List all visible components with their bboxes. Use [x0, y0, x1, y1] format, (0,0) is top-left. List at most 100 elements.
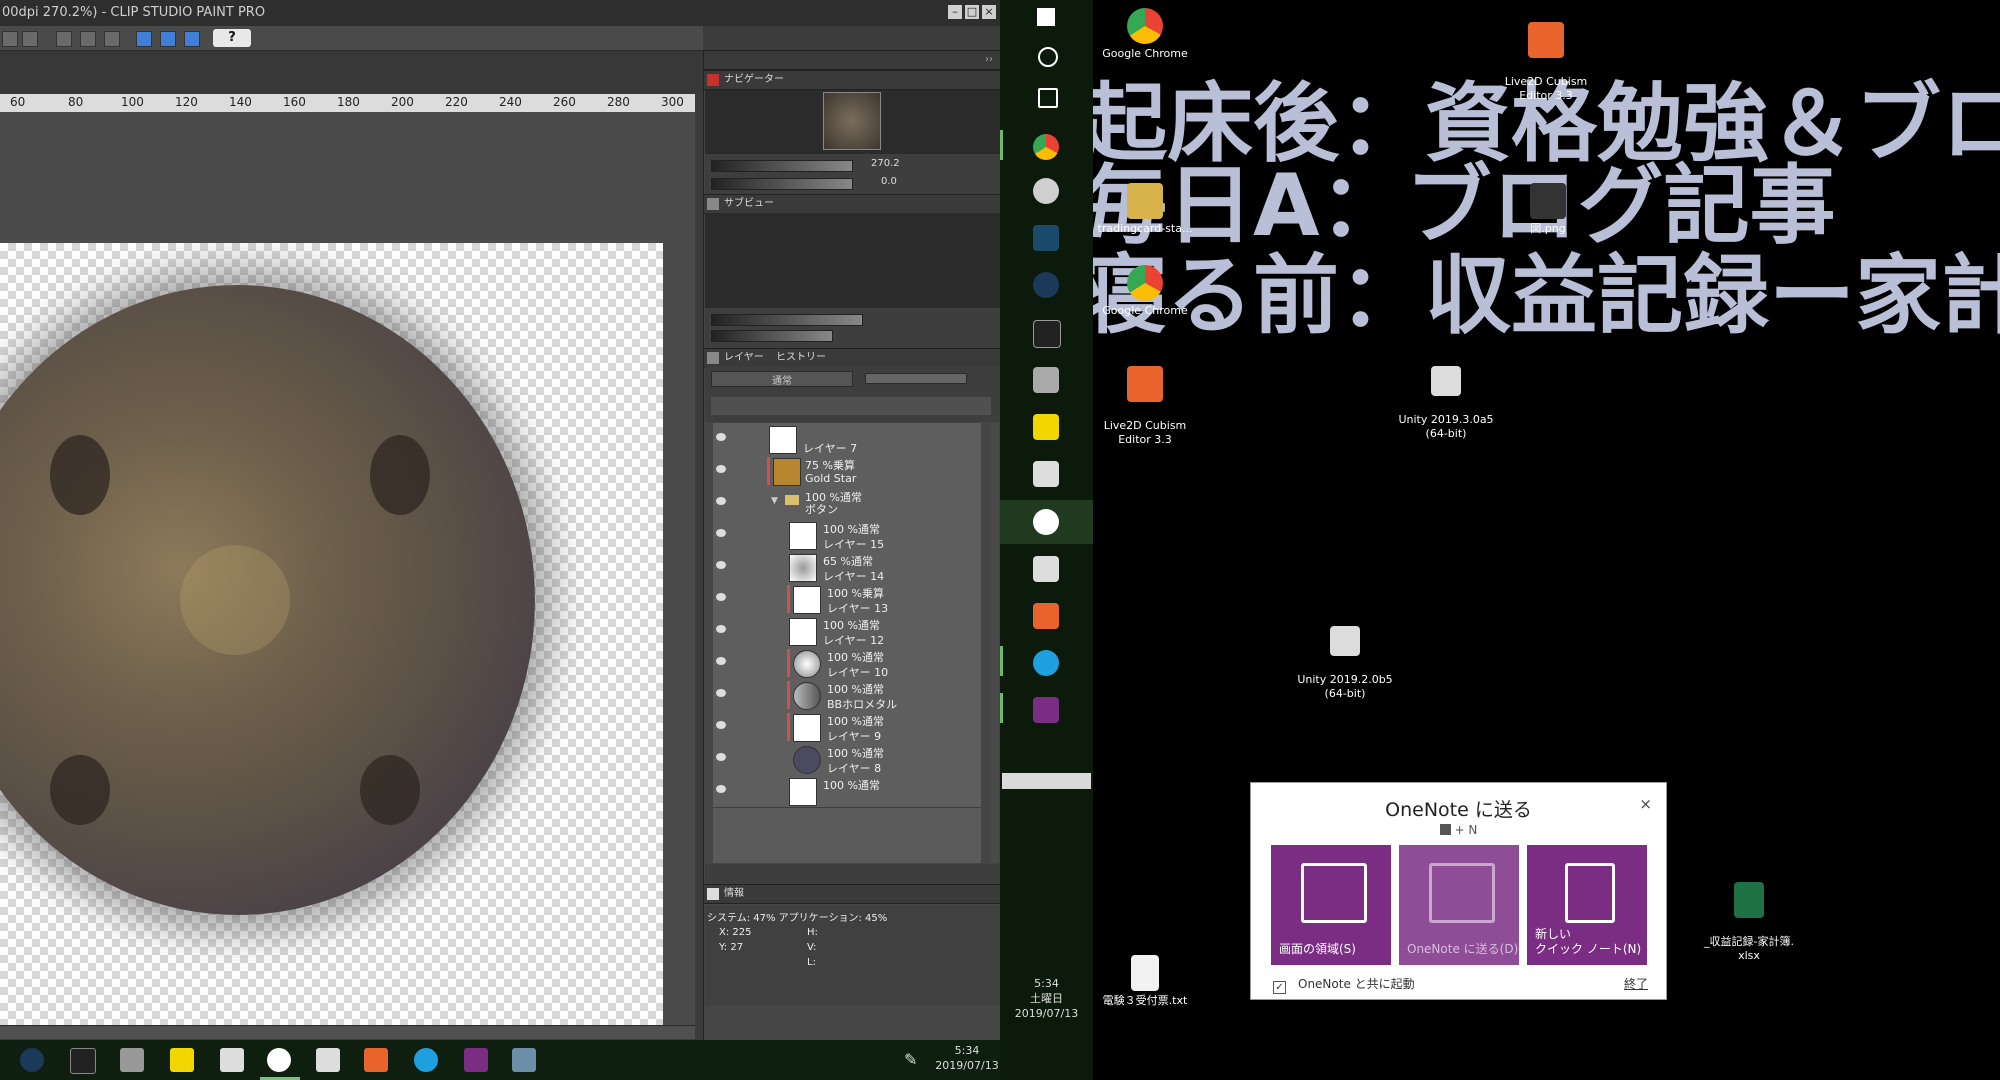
photos-icon[interactable]: [512, 1048, 536, 1072]
eye-icon[interactable]: [716, 625, 726, 633]
layer-row[interactable]: レイヤー 7: [713, 423, 981, 456]
steam-icon[interactable]: [20, 1048, 44, 1072]
tool-icon[interactable]: [80, 31, 96, 47]
tool-icon[interactable]: [56, 31, 72, 47]
panel-collapse-icon[interactable]: ››: [985, 51, 993, 69]
windows-start-icon[interactable]: [1037, 8, 1055, 26]
krita-icon[interactable]: [1033, 225, 1059, 251]
quick-note-tile[interactable]: 新しい クイック ノート(N): [1527, 845, 1647, 965]
skype-icon[interactable]: [414, 1048, 438, 1072]
eye-icon[interactable]: [716, 689, 726, 697]
desktop-icon-unity[interactable]: Unity 2019.3.0a5 (64-bit): [1391, 352, 1501, 455]
layer-list[interactable]: レイヤー 7 75 %乗算 Gold Star ▼ 100 %通常 ボタン 10…: [713, 423, 981, 863]
task-view-icon[interactable]: [1038, 88, 1058, 108]
layer-row[interactable]: 100 %通常 BBホロメタル: [713, 679, 981, 712]
history-tab[interactable]: ヒストリー: [776, 349, 826, 367]
layer-row[interactable]: 100 %通常 レイヤー 15: [713, 519, 981, 552]
rotate-slider[interactable]: [711, 178, 853, 190]
eye-icon[interactable]: [716, 721, 726, 729]
sticky-notes-icon[interactable]: [1033, 414, 1059, 440]
canvas-horizontal-scrollbar[interactable]: [0, 1025, 695, 1039]
clip-studio-icon[interactable]: [1033, 509, 1059, 535]
eye-icon[interactable]: [716, 657, 726, 665]
subview-tab[interactable]: サブビュー: [724, 195, 774, 213]
close-button[interactable]: ×: [1639, 795, 1652, 813]
eye-icon[interactable]: [716, 785, 726, 793]
steam-icon[interactable]: [1033, 272, 1059, 298]
clip-studio-icon[interactable]: [267, 1048, 291, 1072]
onenote-icon[interactable]: [1033, 697, 1059, 723]
tool-icon[interactable]: [104, 31, 120, 47]
help-button[interactable]: ?: [213, 29, 251, 47]
layer-row[interactable]: 100 %通常 レイヤー 8: [713, 743, 981, 776]
layer-row[interactable]: 75 %乗算 Gold Star: [713, 455, 981, 488]
eye-icon[interactable]: [716, 529, 726, 537]
folder-expand-icon[interactable]: ▼: [771, 496, 778, 506]
unity-icon[interactable]: [1033, 556, 1059, 582]
tool-icon[interactable]: [22, 31, 38, 47]
skype-icon[interactable]: [1033, 650, 1059, 676]
app-icon[interactable]: [1033, 178, 1059, 204]
exit-link[interactable]: 終了: [1624, 975, 1648, 992]
layer-row[interactable]: 100 %通常 レイヤー 9: [713, 711, 981, 744]
screen-clip-tile[interactable]: 画面の領域(S): [1271, 845, 1391, 965]
clock[interactable]: 5:34 2019/07/13: [935, 1043, 999, 1073]
opacity-slider[interactable]: [865, 373, 967, 384]
eye-icon[interactable]: [716, 497, 726, 505]
ruler-snap-icon[interactable]: [160, 31, 176, 47]
checkbox-checked-icon[interactable]: ✓: [1273, 981, 1286, 994]
layer-row[interactable]: 100 %通常 レイヤー 10: [713, 647, 981, 680]
minimize-icon[interactable]: –: [948, 5, 962, 19]
cortana-icon[interactable]: [1038, 47, 1058, 67]
live2d-icon[interactable]: [364, 1048, 388, 1072]
live2d-icon[interactable]: [1033, 603, 1059, 629]
color-slider[interactable]: [711, 330, 833, 342]
layer-folder-row[interactable]: ▼ 100 %通常 ボタン: [713, 487, 981, 520]
ruler-snap-icon[interactable]: [136, 31, 152, 47]
desktop-icon-tradingcard[interactable]: tradingcard-sta...: [1093, 183, 1200, 236]
app-icon[interactable]: [1033, 367, 1059, 393]
pen-icon[interactable]: ✎: [904, 1050, 917, 1069]
onenote-icon[interactable]: [464, 1048, 488, 1072]
layer-list-scrollbar[interactable]: [991, 423, 999, 863]
eye-icon[interactable]: [716, 561, 726, 569]
layer-row[interactable]: 100 %乗算 レイヤー 13: [713, 583, 981, 616]
desktop-icon-chrome[interactable]: Google Chrome: [1093, 265, 1200, 318]
eye-icon[interactable]: [716, 465, 726, 473]
close-icon[interactable]: ×: [982, 5, 996, 19]
desktop-icon-png[interactable]: 図.png: [1493, 183, 1603, 236]
navigator-tab[interactable]: ナビゲーター: [724, 71, 784, 89]
calendar-icon[interactable]: [1033, 461, 1059, 487]
layer-row[interactable]: 100 %通常 レイヤー 12: [713, 615, 981, 648]
desktop-icon-live2d[interactable]: Live2D Cubism Editor 3.3: [1491, 8, 1601, 117]
desktop-icon-unity[interactable]: Unity 2019.2.0b5 (64-bit): [1290, 612, 1400, 715]
calendar-icon[interactable]: [220, 1048, 244, 1072]
color-slider[interactable]: [711, 314, 863, 326]
eye-icon[interactable]: [716, 753, 726, 761]
eye-icon[interactable]: [716, 433, 726, 441]
taskbar-scroller[interactable]: [1002, 773, 1091, 789]
desktop-icon-xlsx[interactable]: _収益記録-家計簿. xlsx: [1694, 868, 1804, 977]
desktop-icon-chrome[interactable]: Google Chrome: [1093, 8, 1200, 61]
terminal-icon[interactable]: [70, 1048, 96, 1074]
subview-area[interactable]: [705, 213, 1000, 308]
launch-with-onenote-checkbox[interactable]: ✓ OneNote と共に起動: [1273, 975, 1415, 994]
navigator-view[interactable]: [705, 90, 1000, 154]
vertical-clock[interactable]: 5:34 土曜日 2019/07/13: [1000, 976, 1093, 1021]
app-icon[interactable]: [120, 1048, 144, 1072]
blend-mode-select[interactable]: 通常: [711, 371, 853, 387]
tool-icon[interactable]: [2, 31, 18, 47]
send-to-onenote-tile[interactable]: OneNote に送る(D): [1399, 845, 1519, 965]
pen-pressure-icon[interactable]: [184, 31, 200, 47]
info-tab[interactable]: 情報: [724, 885, 744, 903]
layer-row[interactable]: 100 %通常: [713, 775, 981, 808]
unity-icon[interactable]: [316, 1048, 340, 1072]
eye-icon[interactable]: [716, 593, 726, 601]
zoom-slider[interactable]: [711, 160, 853, 172]
maximize-icon[interactable]: □: [965, 5, 979, 19]
sticky-notes-icon[interactable]: [170, 1048, 194, 1072]
desktop-icon-live2d[interactable]: Live2D Cubism Editor 3.3: [1093, 352, 1200, 461]
terminal-icon[interactable]: [1033, 320, 1061, 348]
layer-tab[interactable]: レイヤー: [724, 349, 764, 367]
chrome-icon[interactable]: [1033, 134, 1059, 160]
